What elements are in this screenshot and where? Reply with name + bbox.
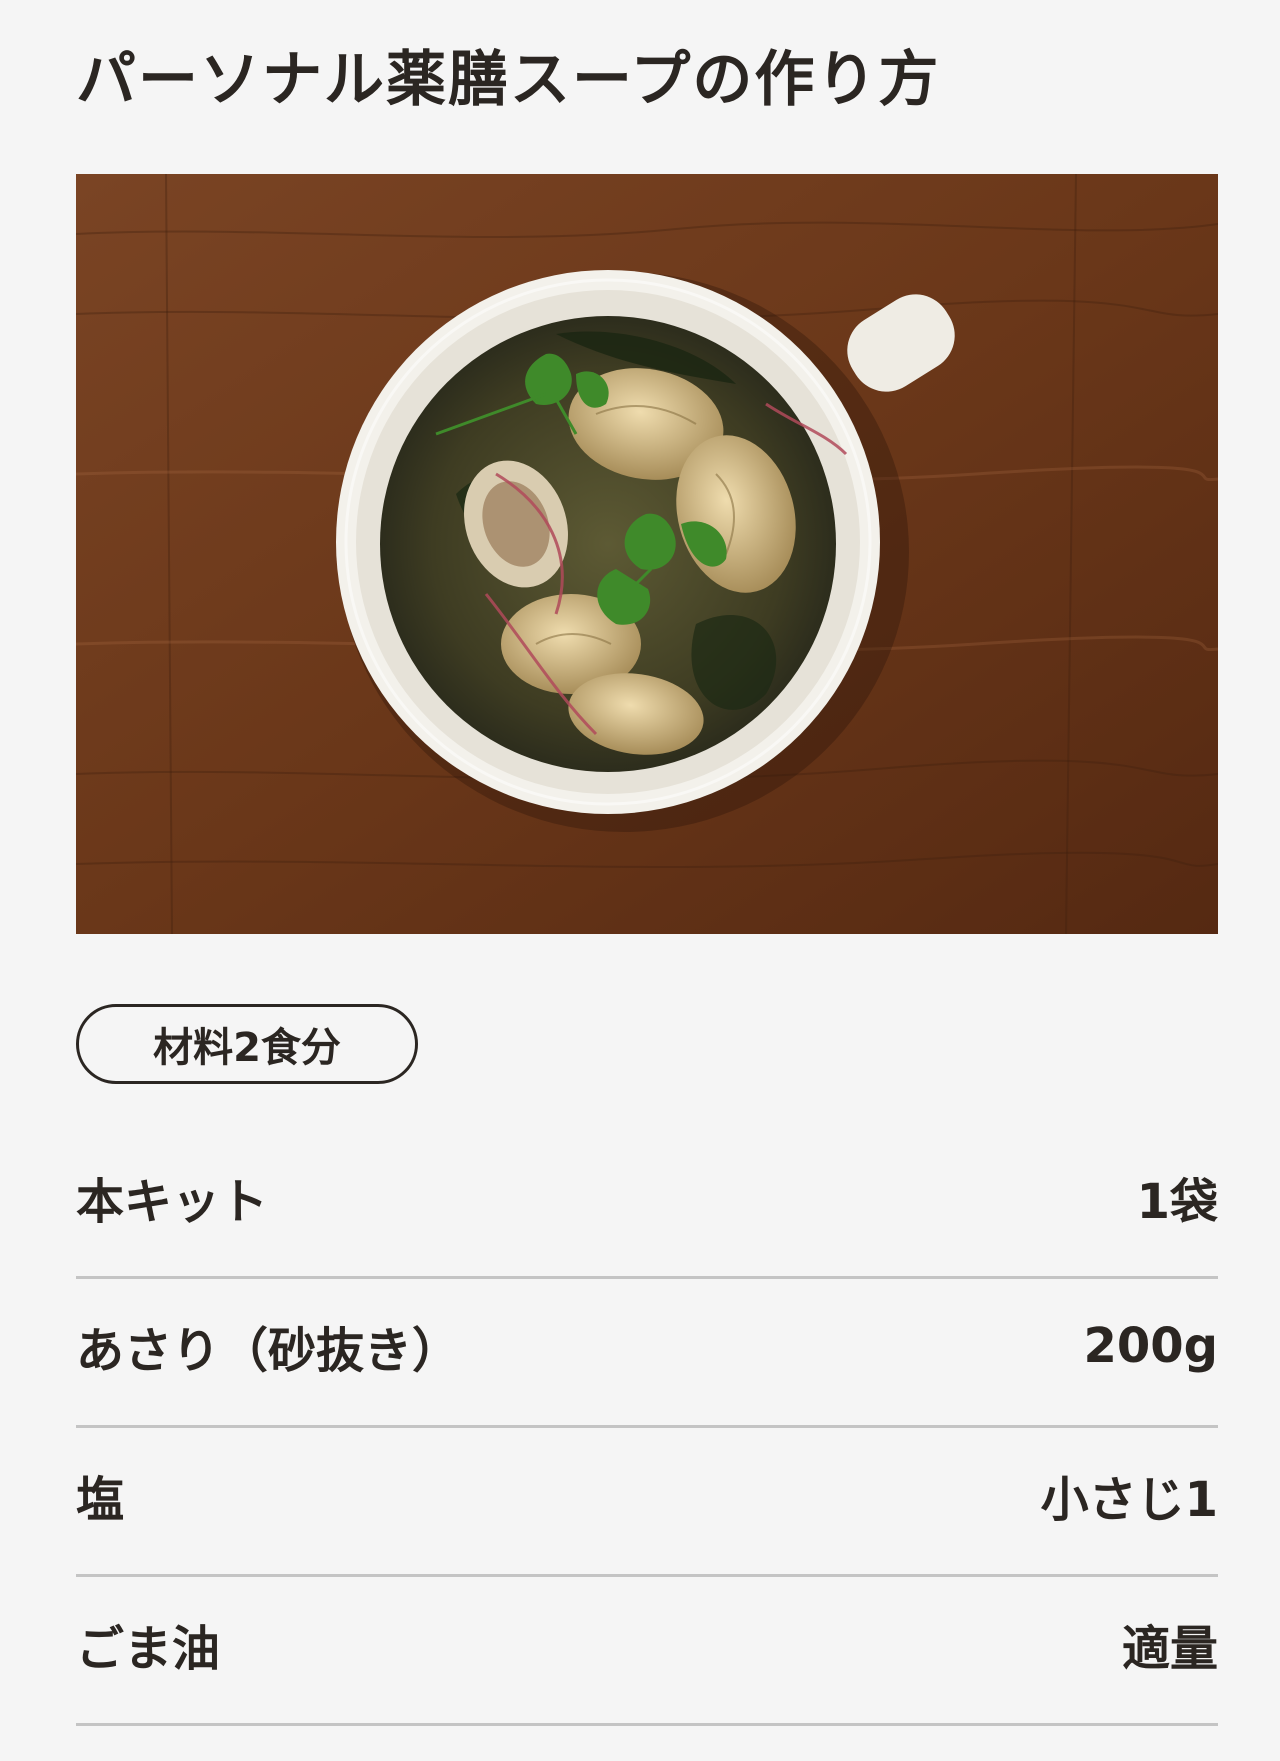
- ingredient-row: 本キット 1袋: [76, 1130, 1218, 1279]
- ingredient-quantity: 小さじ1: [1040, 1472, 1218, 1528]
- ingredient-name: 本キット: [76, 1174, 269, 1230]
- ingredient-quantity: 1袋: [1136, 1174, 1218, 1230]
- ingredient-name: ごま油: [76, 1621, 221, 1677]
- servings-badge: 材料2食分: [76, 1004, 418, 1084]
- ingredient-quantity: 200g: [1083, 1318, 1218, 1374]
- ingredient-row: 塩 小さじ1: [76, 1428, 1218, 1577]
- soup-photo-illustration: [76, 174, 1218, 934]
- page-title: パーソナル薬膳スープの作り方: [76, 45, 941, 115]
- ingredient-name: あさり（砂抜き）: [76, 1323, 461, 1379]
- ingredient-list: 本キット 1袋 あさり（砂抜き） 200g 塩 小さじ1 ごま油 適量: [76, 1130, 1218, 1726]
- ingredient-row: あさり（砂抜き） 200g: [76, 1279, 1218, 1428]
- ingredient-quantity: 適量: [1121, 1621, 1218, 1677]
- ingredient-row: ごま油 適量: [76, 1577, 1218, 1726]
- soup-photo: [76, 174, 1218, 934]
- ingredient-name: 塩: [76, 1472, 125, 1528]
